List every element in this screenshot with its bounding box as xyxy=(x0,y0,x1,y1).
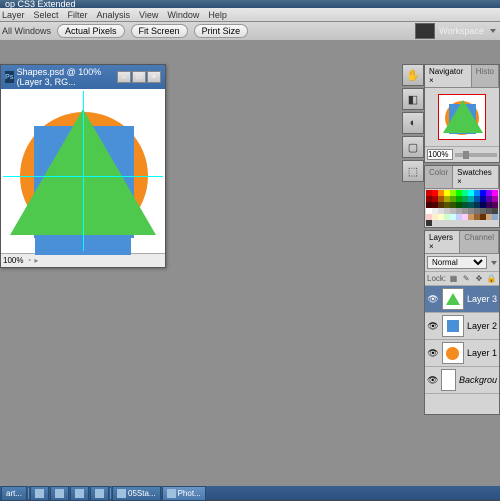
window-titlebar: op CS3 Extended xyxy=(0,0,500,8)
tab-color[interactable]: Color xyxy=(425,166,453,188)
swatch[interactable] xyxy=(492,214,498,220)
navigator-thumbnail[interactable] xyxy=(438,94,486,140)
layer-row[interactable]: 👁 Layer 3 xyxy=(425,286,499,313)
taskbar-item[interactable]: 05Sta... xyxy=(112,486,161,501)
tab-histogram[interactable]: Histo xyxy=(472,65,499,87)
minimize-button[interactable]: – xyxy=(117,71,131,83)
workspace-label: Workspace xyxy=(439,26,484,36)
menu-window[interactable]: Window xyxy=(167,10,199,20)
swatch-grid xyxy=(425,189,499,227)
options-bar: All Windows Actual Pixels Fit Screen Pri… xyxy=(0,22,500,41)
visibility-icon[interactable]: 👁 xyxy=(427,293,439,305)
nav-zoom-input[interactable] xyxy=(427,149,453,160)
quicklaunch-icon[interactable] xyxy=(30,486,49,501)
swatch[interactable] xyxy=(426,220,432,226)
document-titlebar[interactable]: Ps Shapes.psd @ 100% (Layer 3, RG... – □… xyxy=(1,65,165,89)
taskbar: art... 05Sta... Phot... xyxy=(0,486,500,500)
workspace-icon xyxy=(415,23,435,39)
tool-color[interactable]: ◧ xyxy=(402,88,424,110)
start-button[interactable]: art... xyxy=(1,486,27,501)
print-size-button[interactable]: Print Size xyxy=(194,24,249,38)
document-canvas[interactable] xyxy=(3,91,163,251)
visibility-icon[interactable]: 👁 xyxy=(427,320,439,332)
color-panel: Color Swatches × xyxy=(424,165,500,228)
quicklaunch-icon[interactable] xyxy=(70,486,89,501)
nav-zoom-slider[interactable] xyxy=(455,153,497,157)
layer-thumbnail[interactable] xyxy=(442,315,464,337)
tab-layers[interactable]: Layers × xyxy=(425,231,460,253)
layer-row[interactable]: 👁 Backgrou xyxy=(425,367,499,394)
quicklaunch-icon[interactable] xyxy=(90,486,109,501)
ps-icon: Ps xyxy=(5,71,14,83)
chevron-down-icon xyxy=(490,29,496,33)
fit-screen-button[interactable]: Fit Screen xyxy=(131,24,188,38)
layer-row[interactable]: 👁 Layer 1 xyxy=(425,340,499,367)
zoom-value[interactable]: 100% xyxy=(3,256,23,265)
tab-channels[interactable]: Channel xyxy=(460,231,499,253)
status-icon[interactable]: ◔ xyxy=(26,256,31,265)
tab-navigator[interactable]: Navigator × xyxy=(425,65,472,87)
layer-thumbnail[interactable] xyxy=(442,288,464,310)
menu-analysis[interactable]: Analysis xyxy=(97,10,131,20)
document-statusbar: 100% ◔ ▸ xyxy=(1,253,165,267)
layers-panel: Layers × Channel Normal Lock: ▦ ✎ ✥ 🔒 👁 … xyxy=(424,230,500,415)
workspace-switcher[interactable]: Workspace xyxy=(415,23,496,39)
tool-swap[interactable]: ⬚ xyxy=(402,160,424,182)
menubar: Layer Select Filter Analysis View Window… xyxy=(0,8,500,22)
menu-help[interactable]: Help xyxy=(208,10,227,20)
tool-strip: ✋ ◧ ◐ ▢ ⬚ xyxy=(402,64,424,182)
close-button[interactable]: × xyxy=(147,71,161,83)
navigator-panel: Navigator × Histo xyxy=(424,64,500,163)
maximize-button[interactable]: □ xyxy=(132,71,146,83)
layer-row[interactable]: 👁 Layer 2 xyxy=(425,313,499,340)
tool-tone[interactable]: ◐ xyxy=(402,112,424,134)
status-arrow-icon[interactable]: ▸ xyxy=(34,256,38,265)
visibility-icon[interactable]: 👁 xyxy=(427,374,438,386)
actual-pixels-button[interactable]: Actual Pixels xyxy=(57,24,125,38)
visibility-icon[interactable]: 👁 xyxy=(427,347,439,359)
lock-all-icon[interactable]: 🔒 xyxy=(486,273,497,284)
lock-label: Lock: xyxy=(427,273,446,284)
layer-name[interactable]: Layer 2 xyxy=(467,321,497,331)
layer-name[interactable]: Layer 3 xyxy=(467,294,497,304)
guide-vertical[interactable] xyxy=(83,91,84,251)
chevron-down-icon xyxy=(491,261,497,265)
menu-view[interactable]: View xyxy=(139,10,158,20)
menu-select[interactable]: Select xyxy=(34,10,59,20)
tool-hand[interactable]: ✋ xyxy=(402,64,424,86)
quicklaunch-icon[interactable] xyxy=(50,486,69,501)
layer-name[interactable]: Layer 1 xyxy=(467,348,497,358)
tab-swatches[interactable]: Swatches × xyxy=(453,166,499,188)
taskbar-item[interactable]: Phot... xyxy=(162,486,206,501)
document-window[interactable]: Ps Shapes.psd @ 100% (Layer 3, RG... – □… xyxy=(0,64,166,268)
layer-thumbnail[interactable] xyxy=(442,342,464,364)
menu-layer[interactable]: Layer xyxy=(2,10,25,20)
document-title: Shapes.psd @ 100% (Layer 3, RG... xyxy=(17,67,114,87)
lock-position-icon[interactable]: ✥ xyxy=(474,273,485,284)
guide-horizontal[interactable] xyxy=(3,176,163,177)
menu-filter[interactable]: Filter xyxy=(68,10,88,20)
layer-thumbnail[interactable] xyxy=(441,369,456,391)
blend-mode-select[interactable]: Normal xyxy=(427,256,487,269)
lock-transparency-icon[interactable]: ▦ xyxy=(448,273,459,284)
canvas-area: Ps Shapes.psd @ 100% (Layer 3, RG... – □… xyxy=(0,40,500,486)
opt-all-windows: All Windows xyxy=(2,26,51,36)
layer-name[interactable]: Backgrou xyxy=(459,375,497,385)
tool-mask[interactable]: ▢ xyxy=(402,136,424,158)
lock-paint-icon[interactable]: ✎ xyxy=(461,273,472,284)
